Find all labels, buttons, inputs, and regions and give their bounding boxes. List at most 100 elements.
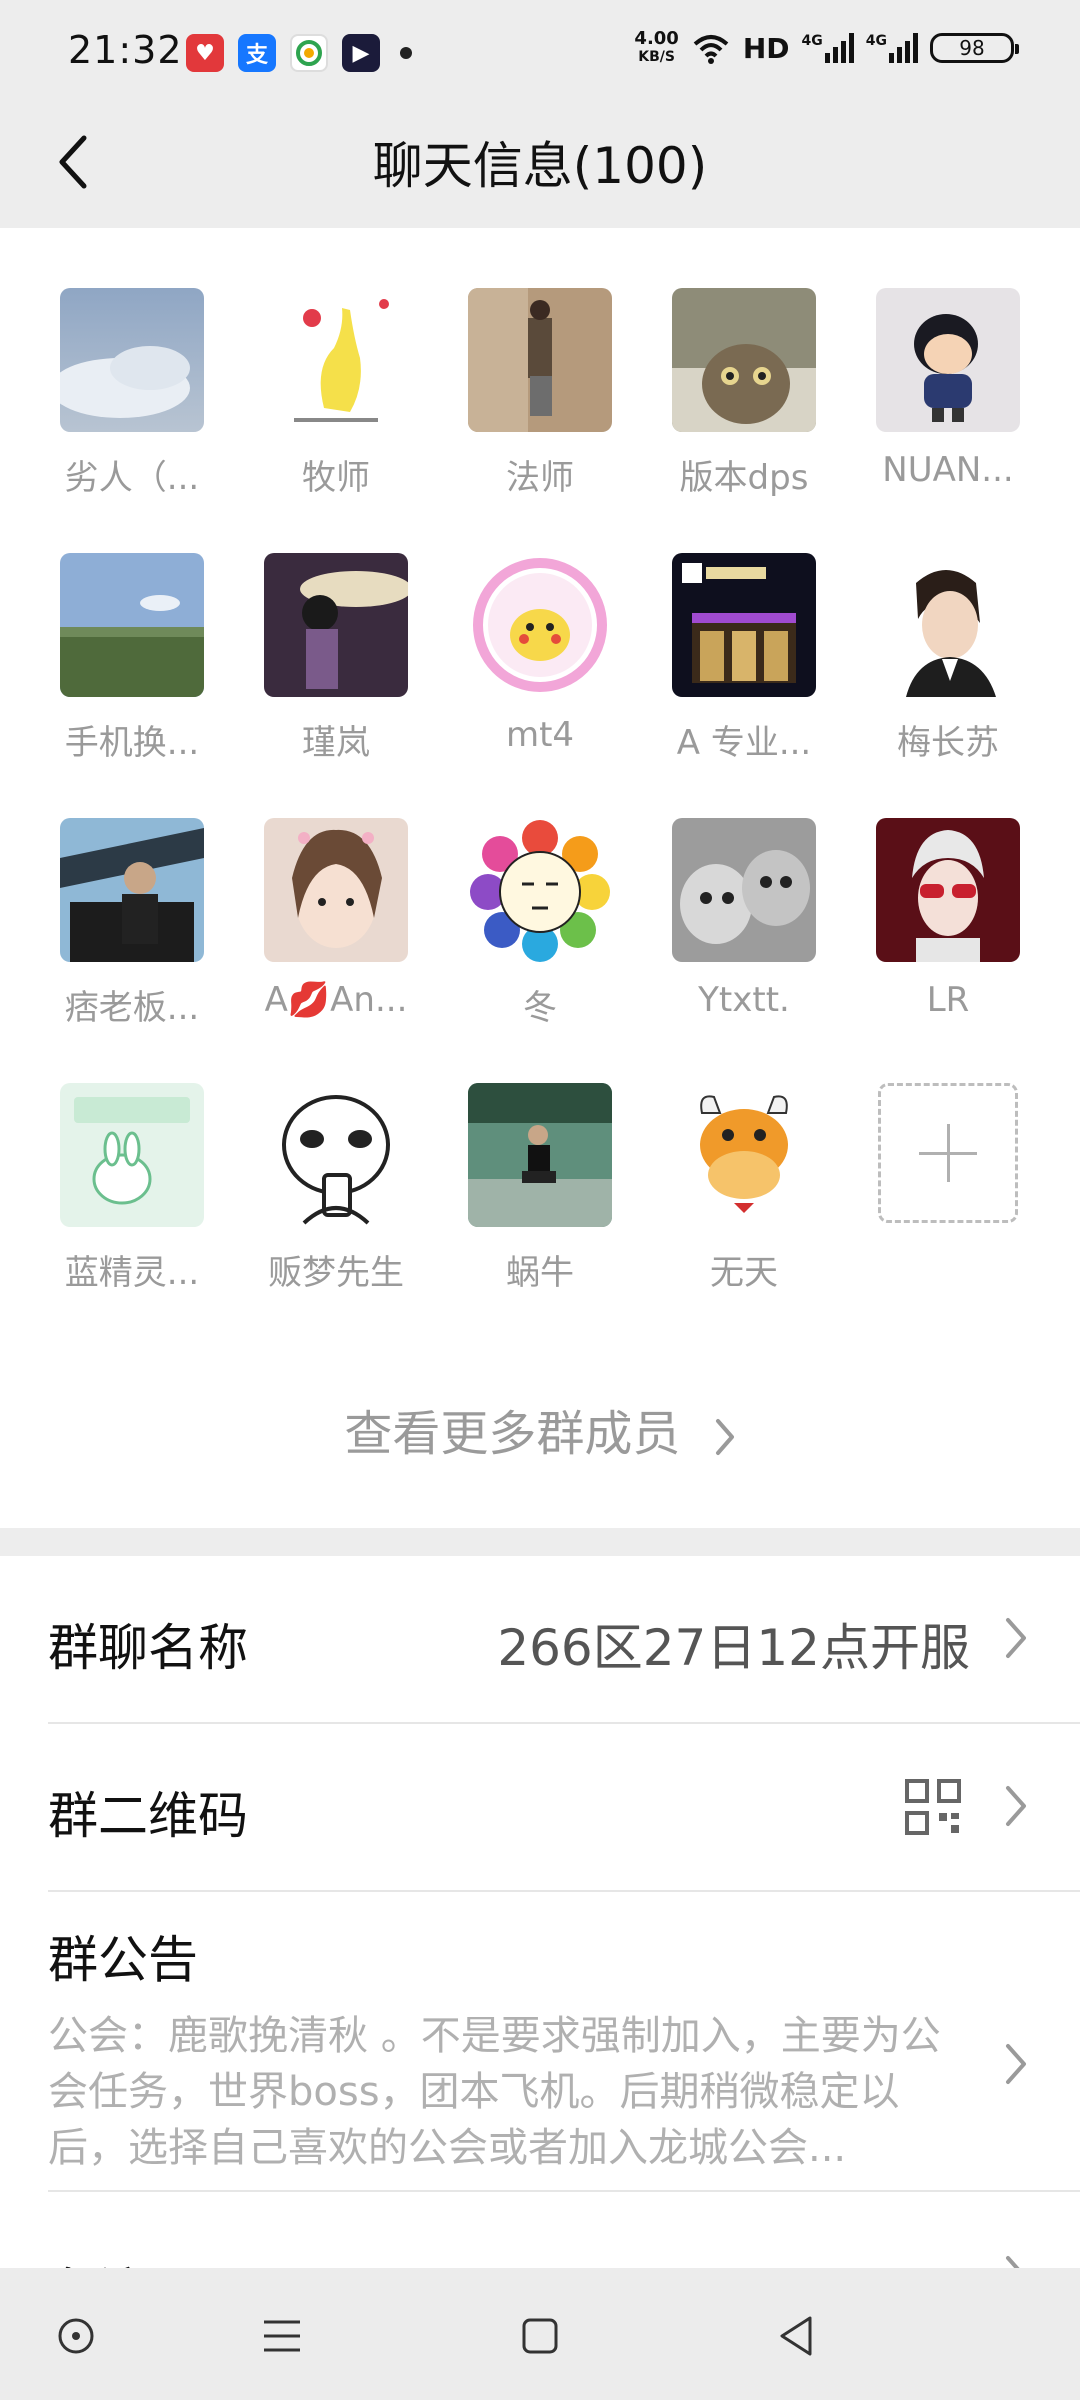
member-name: NUAN... — [882, 450, 1014, 490]
avatar — [876, 288, 1020, 432]
menu-icon — [264, 2320, 300, 2352]
top-area: 21:32 ♥ 支 ▶ 4.00 KB/S HD 4G 4G 98 聊天信息(1… — [0, 0, 1080, 228]
section-separator — [0, 1528, 1080, 1556]
member-name: 蓝精灵... — [64, 1253, 200, 1293]
avatar — [264, 1083, 408, 1227]
assistant-button[interactable] — [46, 2306, 106, 2366]
qr-code-icon — [905, 1779, 961, 1835]
member-name: 痞老板... — [64, 988, 200, 1028]
member-item[interactable]: mt4 — [455, 553, 625, 755]
member-item[interactable]: 贩梦先生 — [251, 1083, 421, 1294]
chevron-right-icon — [715, 1419, 734, 1455]
member-item[interactable]: NUAN... — [863, 288, 1033, 490]
square-icon — [522, 2318, 558, 2354]
member-grid: 劣人（... 牧师 法师 版本dps NUAN... 手机换... 瑾岚 mt4… — [0, 228, 1080, 1528]
member-name: 梅长苏 — [897, 723, 999, 763]
page-title: 聊天信息(100) — [372, 137, 708, 195]
member-name: 劣人（... — [64, 458, 200, 498]
member-name: LR — [926, 980, 970, 1020]
back-nav-button[interactable] — [766, 2306, 826, 2366]
avatar — [672, 553, 816, 697]
group-name-row[interactable]: 群聊名称 266区27日12点开服 — [0, 1556, 1080, 1724]
status-indicators: 4.00 KB/S HD 4G 4G 98 — [634, 28, 1019, 66]
member-item[interactable]: 蓝精灵... — [47, 1083, 217, 1294]
signal-1-icon: 4G — [802, 33, 854, 63]
member-name: A💋An... — [264, 980, 408, 1020]
avatar — [60, 1083, 204, 1227]
chevron-right-icon — [1006, 1786, 1026, 1826]
member-item[interactable]: 版本dps — [659, 288, 829, 499]
triangle-back-icon — [780, 2316, 812, 2356]
avatar — [468, 553, 612, 697]
avatar — [672, 288, 816, 432]
member-item[interactable]: 瑾岚 — [251, 553, 421, 764]
avatar — [468, 818, 612, 962]
home-button[interactable] — [510, 2306, 570, 2366]
hd-indicator: HD — [742, 31, 790, 65]
circle-dot-icon — [58, 2318, 94, 2354]
avatar — [468, 1083, 612, 1227]
member-name: 手机换... — [64, 723, 200, 763]
member-item[interactable]: 冬 — [455, 818, 625, 1029]
app-heart-icon: ♥ — [186, 34, 224, 72]
network-speed: 4.00 KB/S — [634, 28, 679, 66]
group-name-label: 群聊名称 — [48, 1619, 248, 1677]
avatar — [264, 553, 408, 697]
avatar — [672, 818, 816, 962]
avatar — [468, 288, 612, 432]
system-nav-bar — [0, 2268, 1080, 2400]
avatar — [876, 818, 1020, 962]
member-item[interactable]: 蜗牛 — [455, 1083, 625, 1294]
member-item[interactable]: 痞老板... — [47, 818, 217, 1029]
member-item[interactable]: LR — [863, 818, 1033, 1020]
video-app-icon: ▶ — [342, 34, 380, 72]
signal-2-icon: 4G — [866, 33, 918, 63]
battery-icon: 98 — [930, 33, 1019, 63]
avatar — [60, 553, 204, 697]
view-more-members-link[interactable]: 查看更多群成员 — [0, 1394, 1080, 1464]
member-name: A 专业... — [676, 723, 812, 763]
member-item[interactable]: 牧师 — [251, 288, 421, 499]
browser-icon — [290, 34, 328, 72]
member-name: 无天 — [710, 1253, 778, 1293]
notification-icons: ♥ 支 ▶ — [186, 34, 412, 72]
add-member-button[interactable] — [863, 1083, 1033, 1223]
avatar — [264, 288, 408, 432]
member-name: 瑾岚 — [302, 723, 370, 763]
group-notice-label: 群公告 — [48, 1931, 198, 1989]
member-item[interactable]: 梅长苏 — [863, 553, 1033, 764]
member-name: 贩梦先生 — [268, 1253, 404, 1293]
member-item[interactable]: 劣人（... — [47, 288, 217, 499]
avatar — [264, 818, 408, 962]
group-notice-text: 公会：鹿歌挽清秋 。不是要求强制加入，主要为公会任务，世界boss，团本飞机。后… — [48, 2013, 941, 2171]
avatar — [60, 818, 204, 962]
member-name: 蜗牛 — [506, 1253, 574, 1293]
remark-label: 备注 — [48, 2252, 148, 2268]
remark-row[interactable]: 备注 — [0, 2192, 1080, 2268]
group-qr-row[interactable]: 群二维码 — [0, 1724, 1080, 1890]
avatar — [876, 553, 1020, 697]
member-name: 法师 — [506, 458, 574, 498]
member-name: mt4 — [505, 715, 575, 755]
plus-icon — [878, 1083, 1018, 1223]
group-notice-row[interactable]: 群公告 公会：鹿歌挽清秋 。不是要求强制加入，主要为公会任务，世界boss，团本… — [0, 1892, 1080, 2190]
title-bar: 聊天信息(100) — [0, 104, 1080, 228]
member-name: Ytxtt. — [698, 980, 790, 1020]
alipay-icon: 支 — [238, 34, 276, 72]
avatar — [60, 288, 204, 432]
member-name: 冬 — [523, 988, 557, 1028]
member-name: 版本dps — [679, 458, 809, 498]
more-notifications-dot-icon — [400, 47, 412, 59]
status-time: 21:32 — [68, 28, 183, 72]
avatar — [672, 1083, 816, 1227]
member-item[interactable]: 无天 — [659, 1083, 829, 1294]
menu-button[interactable] — [252, 2306, 312, 2366]
chevron-right-icon — [1006, 2044, 1026, 2084]
group-name-value: 266区27日12点开服 — [497, 1619, 970, 1677]
member-item[interactable]: 手机换... — [47, 553, 217, 764]
member-item[interactable]: A💋An... — [251, 818, 421, 1020]
member-item[interactable]: A 专业... — [659, 553, 829, 764]
member-item[interactable]: Ytxtt. — [659, 818, 829, 1020]
member-item[interactable]: 法师 — [455, 288, 625, 499]
status-bar: 21:32 ♥ 支 ▶ 4.00 KB/S HD 4G 4G 98 — [0, 0, 1080, 104]
